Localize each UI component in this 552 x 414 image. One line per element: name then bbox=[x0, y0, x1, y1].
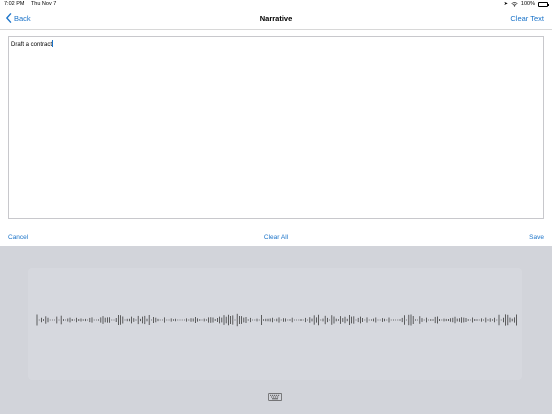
narrative-text-area[interactable]: Draft a contract bbox=[8, 36, 544, 219]
action-bar: Cancel Clear All Save bbox=[0, 230, 552, 246]
clear-all-button[interactable]: Clear All bbox=[264, 234, 288, 241]
text-cursor bbox=[52, 40, 53, 47]
location-arrow-icon: ➤ bbox=[503, 1, 508, 7]
waveform-icon bbox=[36, 313, 518, 327]
wifi-icon bbox=[511, 1, 518, 7]
battery-percent: 100% bbox=[520, 1, 535, 7]
navigation-bar: Back Narrative Clear Text bbox=[0, 9, 552, 30]
keyboard-icon[interactable] bbox=[268, 393, 282, 401]
narrative-text: Draft a contract bbox=[11, 42, 53, 48]
status-time: 7:02 PM bbox=[4, 1, 25, 7]
save-button[interactable]: Save bbox=[529, 234, 544, 241]
clear-all-container: Clear All bbox=[0, 234, 552, 241]
status-date: Thu Nov 7 bbox=[30, 1, 57, 7]
status-bar: 7:02 PM Thu Nov 7 ➤ 100% bbox=[0, 0, 552, 9]
battery-icon bbox=[538, 1, 549, 7]
clear-text-button[interactable]: Clear Text bbox=[510, 14, 544, 23]
page-title: Narrative bbox=[259, 14, 293, 23]
